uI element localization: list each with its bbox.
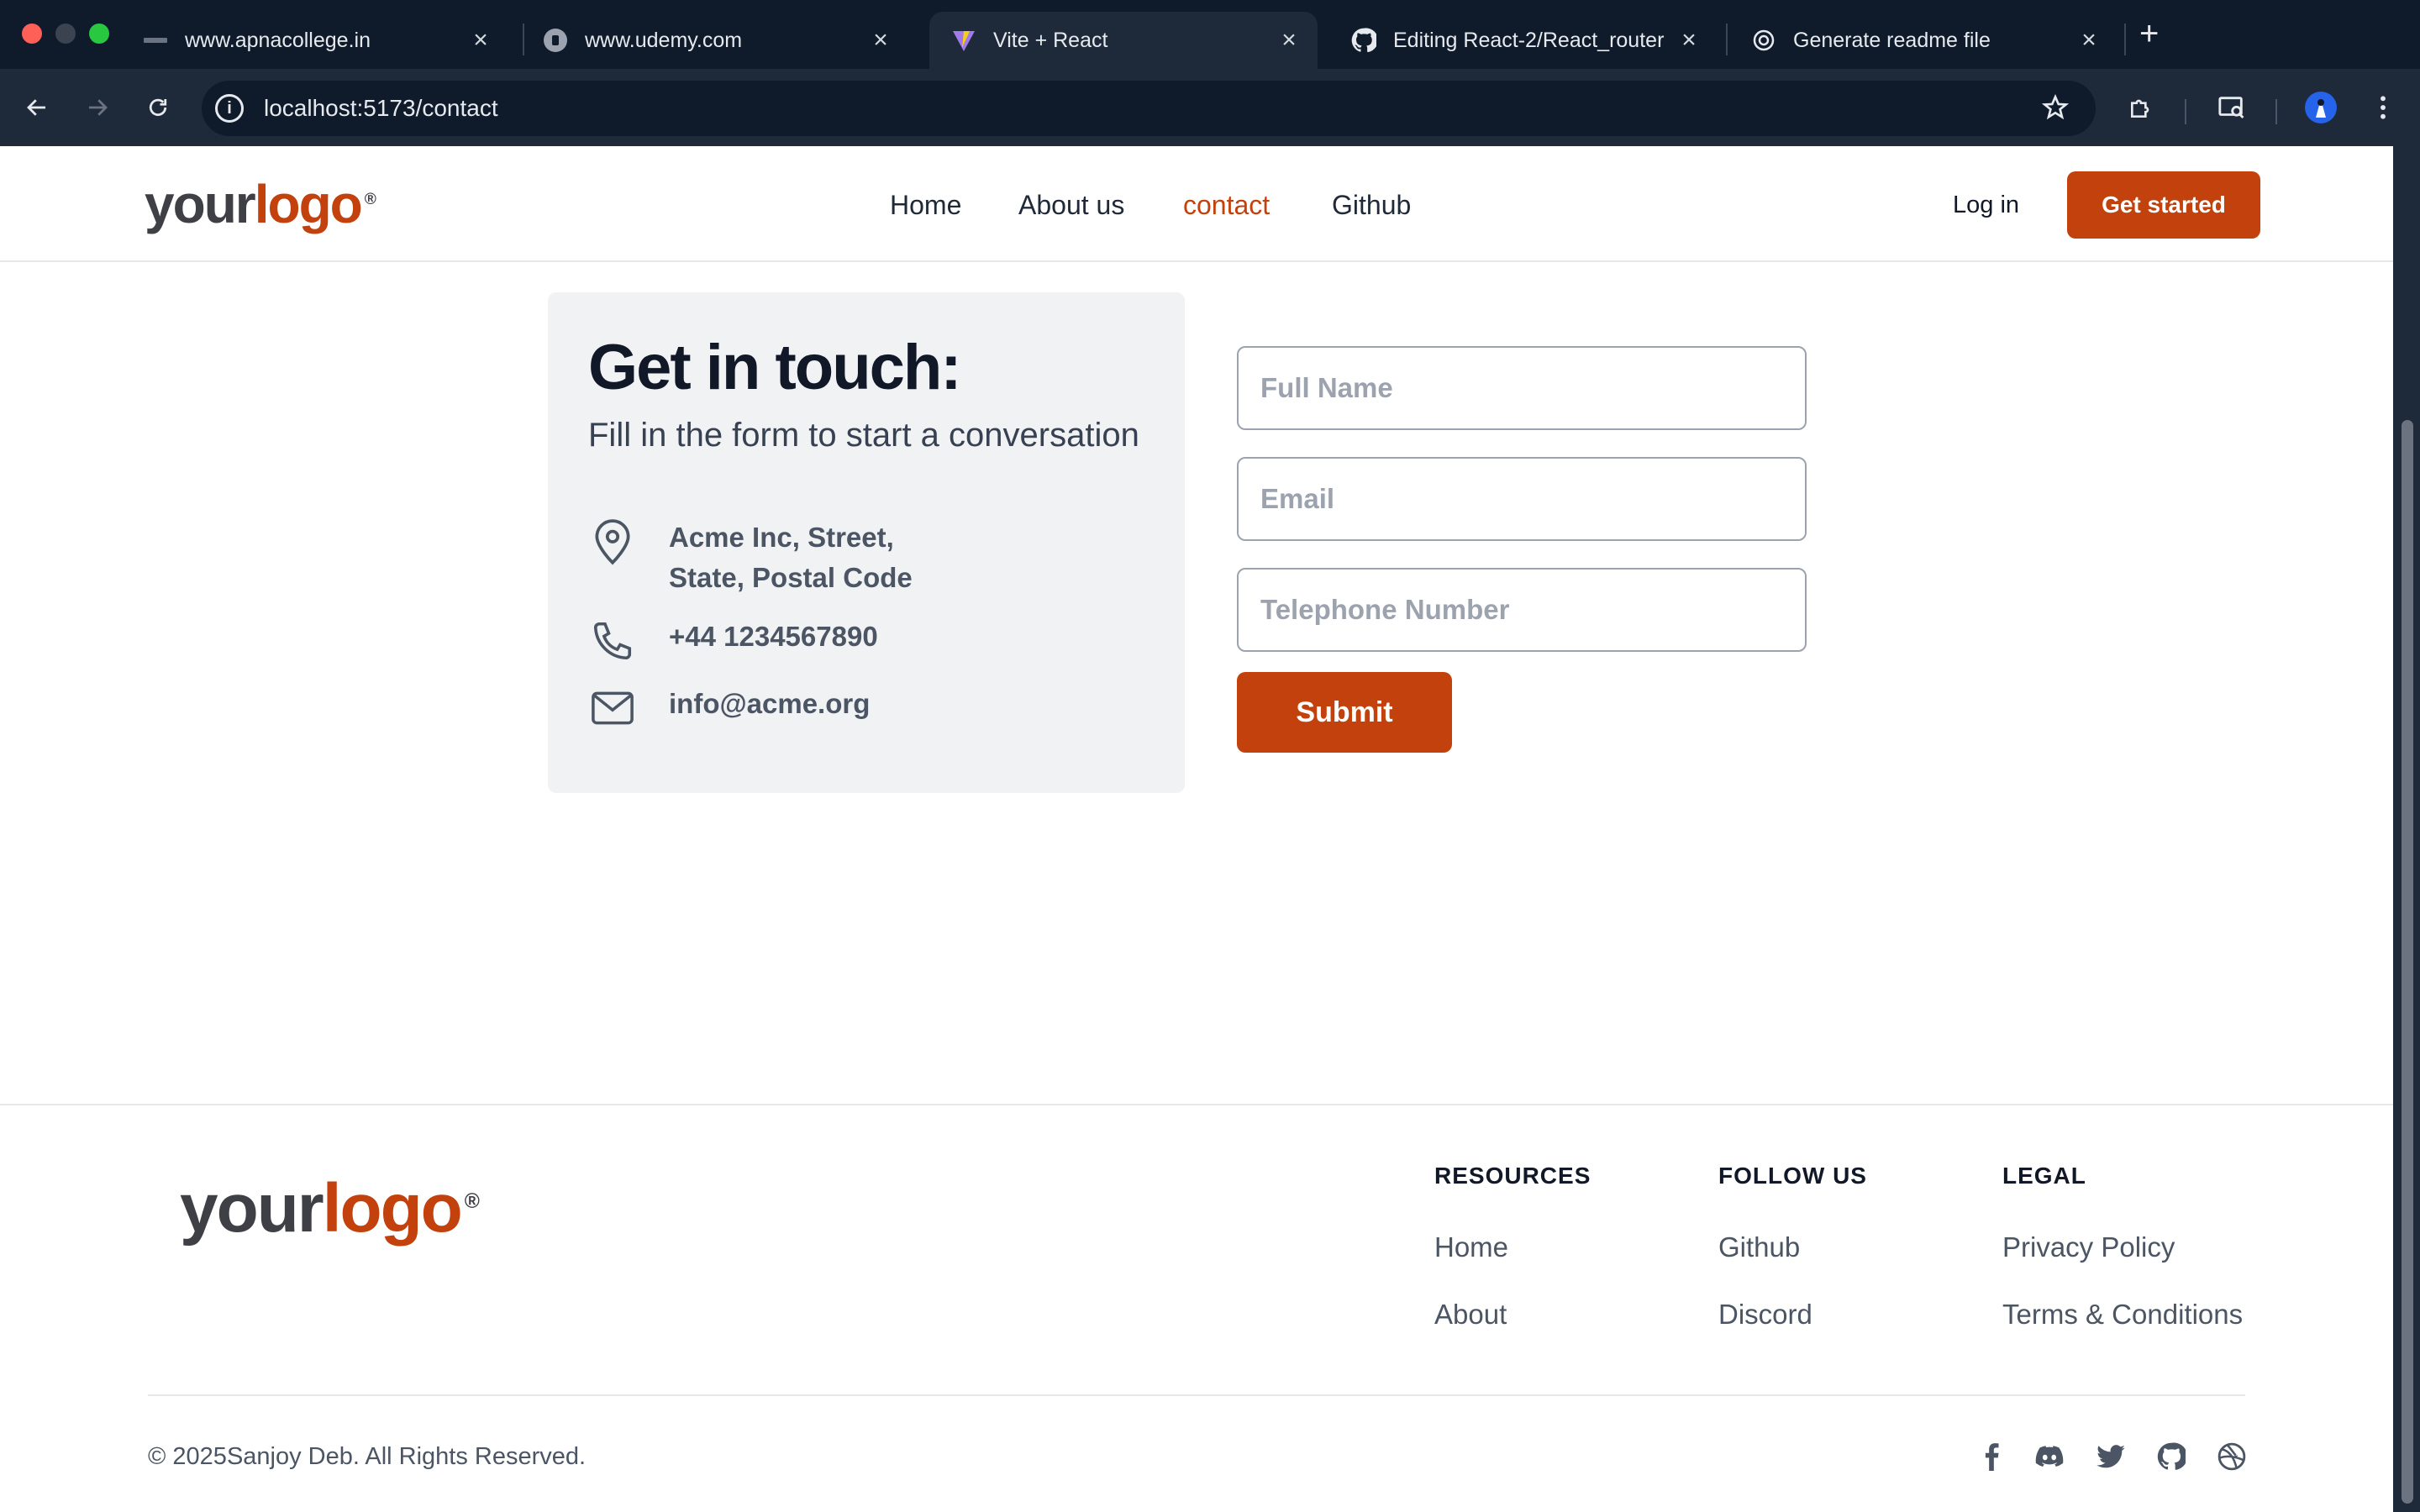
telephone-input[interactable] xyxy=(1237,568,1807,652)
contact-info-card: Get in touch: Fill in the form to start … xyxy=(548,292,1185,793)
registered-mark: ® xyxy=(464,1189,480,1213)
site-header: yourlogo ® Home About us contact Github L… xyxy=(0,146,2393,262)
email-input[interactable] xyxy=(1237,457,1807,541)
tab-close-icon[interactable]: × xyxy=(2072,26,2106,55)
address-row: Acme Inc, Street, State, Postal Code xyxy=(588,517,913,598)
logo-word-your: your xyxy=(145,174,256,234)
tab-close-icon[interactable]: × xyxy=(1672,26,1706,55)
browser-tab-active[interactable]: Vite + React × xyxy=(929,12,1318,69)
tab-close-icon[interactable]: × xyxy=(464,26,497,55)
vite-favicon-icon xyxy=(951,28,976,53)
github-icon[interactable] xyxy=(2154,1440,2188,1473)
nav-contact[interactable]: contact xyxy=(1183,190,1270,221)
browser-tab[interactable]: Editing React-2/React_router × xyxy=(1329,12,1718,69)
site-footer: yourlogo ® RESOURCES Home About FOLLOW US… xyxy=(0,1104,2393,1512)
browser-tab-bar: www.apnacollege.in × www.udemy.com × Vit… xyxy=(0,0,2420,69)
footer-link-home[interactable]: Home xyxy=(1434,1231,1508,1263)
submit-button[interactable]: Submit xyxy=(1237,672,1452,753)
apnacollege-favicon-icon xyxy=(143,28,168,53)
tab-title: Editing React-2/React_router xyxy=(1393,28,1665,52)
footer-link-discord[interactable]: Discord xyxy=(1718,1299,1812,1331)
tab-title: Generate readme file xyxy=(1793,28,1991,52)
get-started-button[interactable]: Get started xyxy=(2067,171,2260,239)
browser-tab[interactable]: www.apnacollege.in × xyxy=(121,12,509,69)
address-line-1: Acme Inc, Street, xyxy=(669,522,894,553)
footer-link-privacy-policy[interactable]: Privacy Policy xyxy=(2002,1231,2175,1263)
bookmark-star-icon[interactable] xyxy=(2035,87,2075,128)
browser-tab[interactable]: www.udemy.com × xyxy=(521,12,909,69)
tab-title: www.udemy.com xyxy=(585,28,743,52)
back-arrow-icon[interactable] xyxy=(17,87,57,128)
nav-about-us[interactable]: About us xyxy=(1018,190,1124,221)
header-logo[interactable]: yourlogo ® xyxy=(145,173,376,235)
mail-icon xyxy=(588,684,637,732)
phone-text: +44 1234567890 xyxy=(669,621,878,652)
tab-title: Vite + React xyxy=(993,28,1108,52)
toolbar-separator xyxy=(2275,99,2277,124)
location-pin-icon xyxy=(588,517,637,566)
address-line-2: State, Postal Code xyxy=(669,562,913,593)
footer-link-about[interactable]: About xyxy=(1434,1299,1507,1331)
address-text: Acme Inc, Street, State, Postal Code xyxy=(669,517,913,598)
window-minimize-button[interactable] xyxy=(55,24,76,44)
window-close-button[interactable] xyxy=(22,24,42,44)
logo-word-logo: logo xyxy=(322,1170,463,1247)
page-viewport: yourlogo ® Home About us contact Github L… xyxy=(0,146,2393,1512)
tab-separator xyxy=(1726,24,1728,55)
footer-link-github[interactable]: Github xyxy=(1718,1231,1800,1263)
footer-link-terms[interactable]: Terms & Conditions xyxy=(2002,1299,2243,1331)
tab-close-icon[interactable]: × xyxy=(864,26,897,55)
profile-avatar-icon[interactable] xyxy=(2301,87,2341,128)
footer-logo[interactable]: yourlogo ® xyxy=(180,1169,480,1248)
udemy-favicon-icon xyxy=(543,28,568,53)
tab-separator xyxy=(2124,24,2126,55)
browser-tab[interactable]: Generate readme file × xyxy=(1729,12,2118,69)
nav-home[interactable]: Home xyxy=(890,190,961,221)
footer-heading-resources: RESOURCES xyxy=(1434,1163,1591,1189)
extensions-puzzle-icon[interactable] xyxy=(2121,87,2161,128)
logo-word-your: your xyxy=(180,1170,324,1247)
browser-toolbar: i localhost:5173/contact xyxy=(0,69,2420,146)
tab-close-icon[interactable]: × xyxy=(1272,26,1306,55)
address-bar[interactable]: i localhost:5173/contact xyxy=(202,81,2096,136)
facebook-icon[interactable] xyxy=(1975,1440,2008,1473)
contact-title: Get in touch: xyxy=(588,332,962,403)
phone-row: +44 1234567890 xyxy=(588,617,878,665)
site-info-icon[interactable]: i xyxy=(215,94,244,123)
window-maximize-button[interactable] xyxy=(89,24,109,44)
browser-menu-icon[interactable] xyxy=(2363,87,2403,128)
footer-divider xyxy=(148,1394,2245,1396)
dribbble-icon[interactable] xyxy=(2215,1440,2249,1473)
footer-heading-follow-us: FOLLOW US xyxy=(1718,1163,1867,1189)
scrollbar-thumb[interactable] xyxy=(2402,420,2413,1504)
nav-github[interactable]: Github xyxy=(1332,190,1411,221)
github-favicon-icon xyxy=(1351,28,1376,53)
toolbar-separator xyxy=(2185,99,2186,124)
registered-mark: ® xyxy=(364,190,376,208)
discord-icon[interactable] xyxy=(2033,1440,2066,1473)
login-link[interactable]: Log in xyxy=(1953,192,2019,219)
new-tab-button[interactable]: + xyxy=(2139,15,2159,53)
email-row: info@acme.org xyxy=(588,684,870,732)
contact-subtitle: Fill in the form to start a conversation xyxy=(588,417,1139,454)
tab-title: www.apnacollege.in xyxy=(185,28,371,52)
reload-icon[interactable] xyxy=(138,87,178,128)
phone-icon xyxy=(588,617,637,665)
page-scrollbar[interactable] xyxy=(2393,146,2420,1512)
copyright-text: © 2025Sanjoy Deb. All Rights Reserved. xyxy=(148,1443,587,1470)
tab-search-icon[interactable] xyxy=(2212,87,2252,128)
email-text: info@acme.org xyxy=(669,688,871,719)
chatgpt-favicon-icon xyxy=(1751,28,1776,53)
footer-heading-legal: LEGAL xyxy=(2002,1163,2086,1189)
logo-word-logo: logo xyxy=(254,174,363,234)
url-text[interactable]: localhost:5173/contact xyxy=(264,95,498,122)
forward-arrow-icon[interactable] xyxy=(77,87,118,128)
twitter-icon[interactable] xyxy=(2094,1440,2128,1473)
full-name-input[interactable] xyxy=(1237,346,1807,430)
